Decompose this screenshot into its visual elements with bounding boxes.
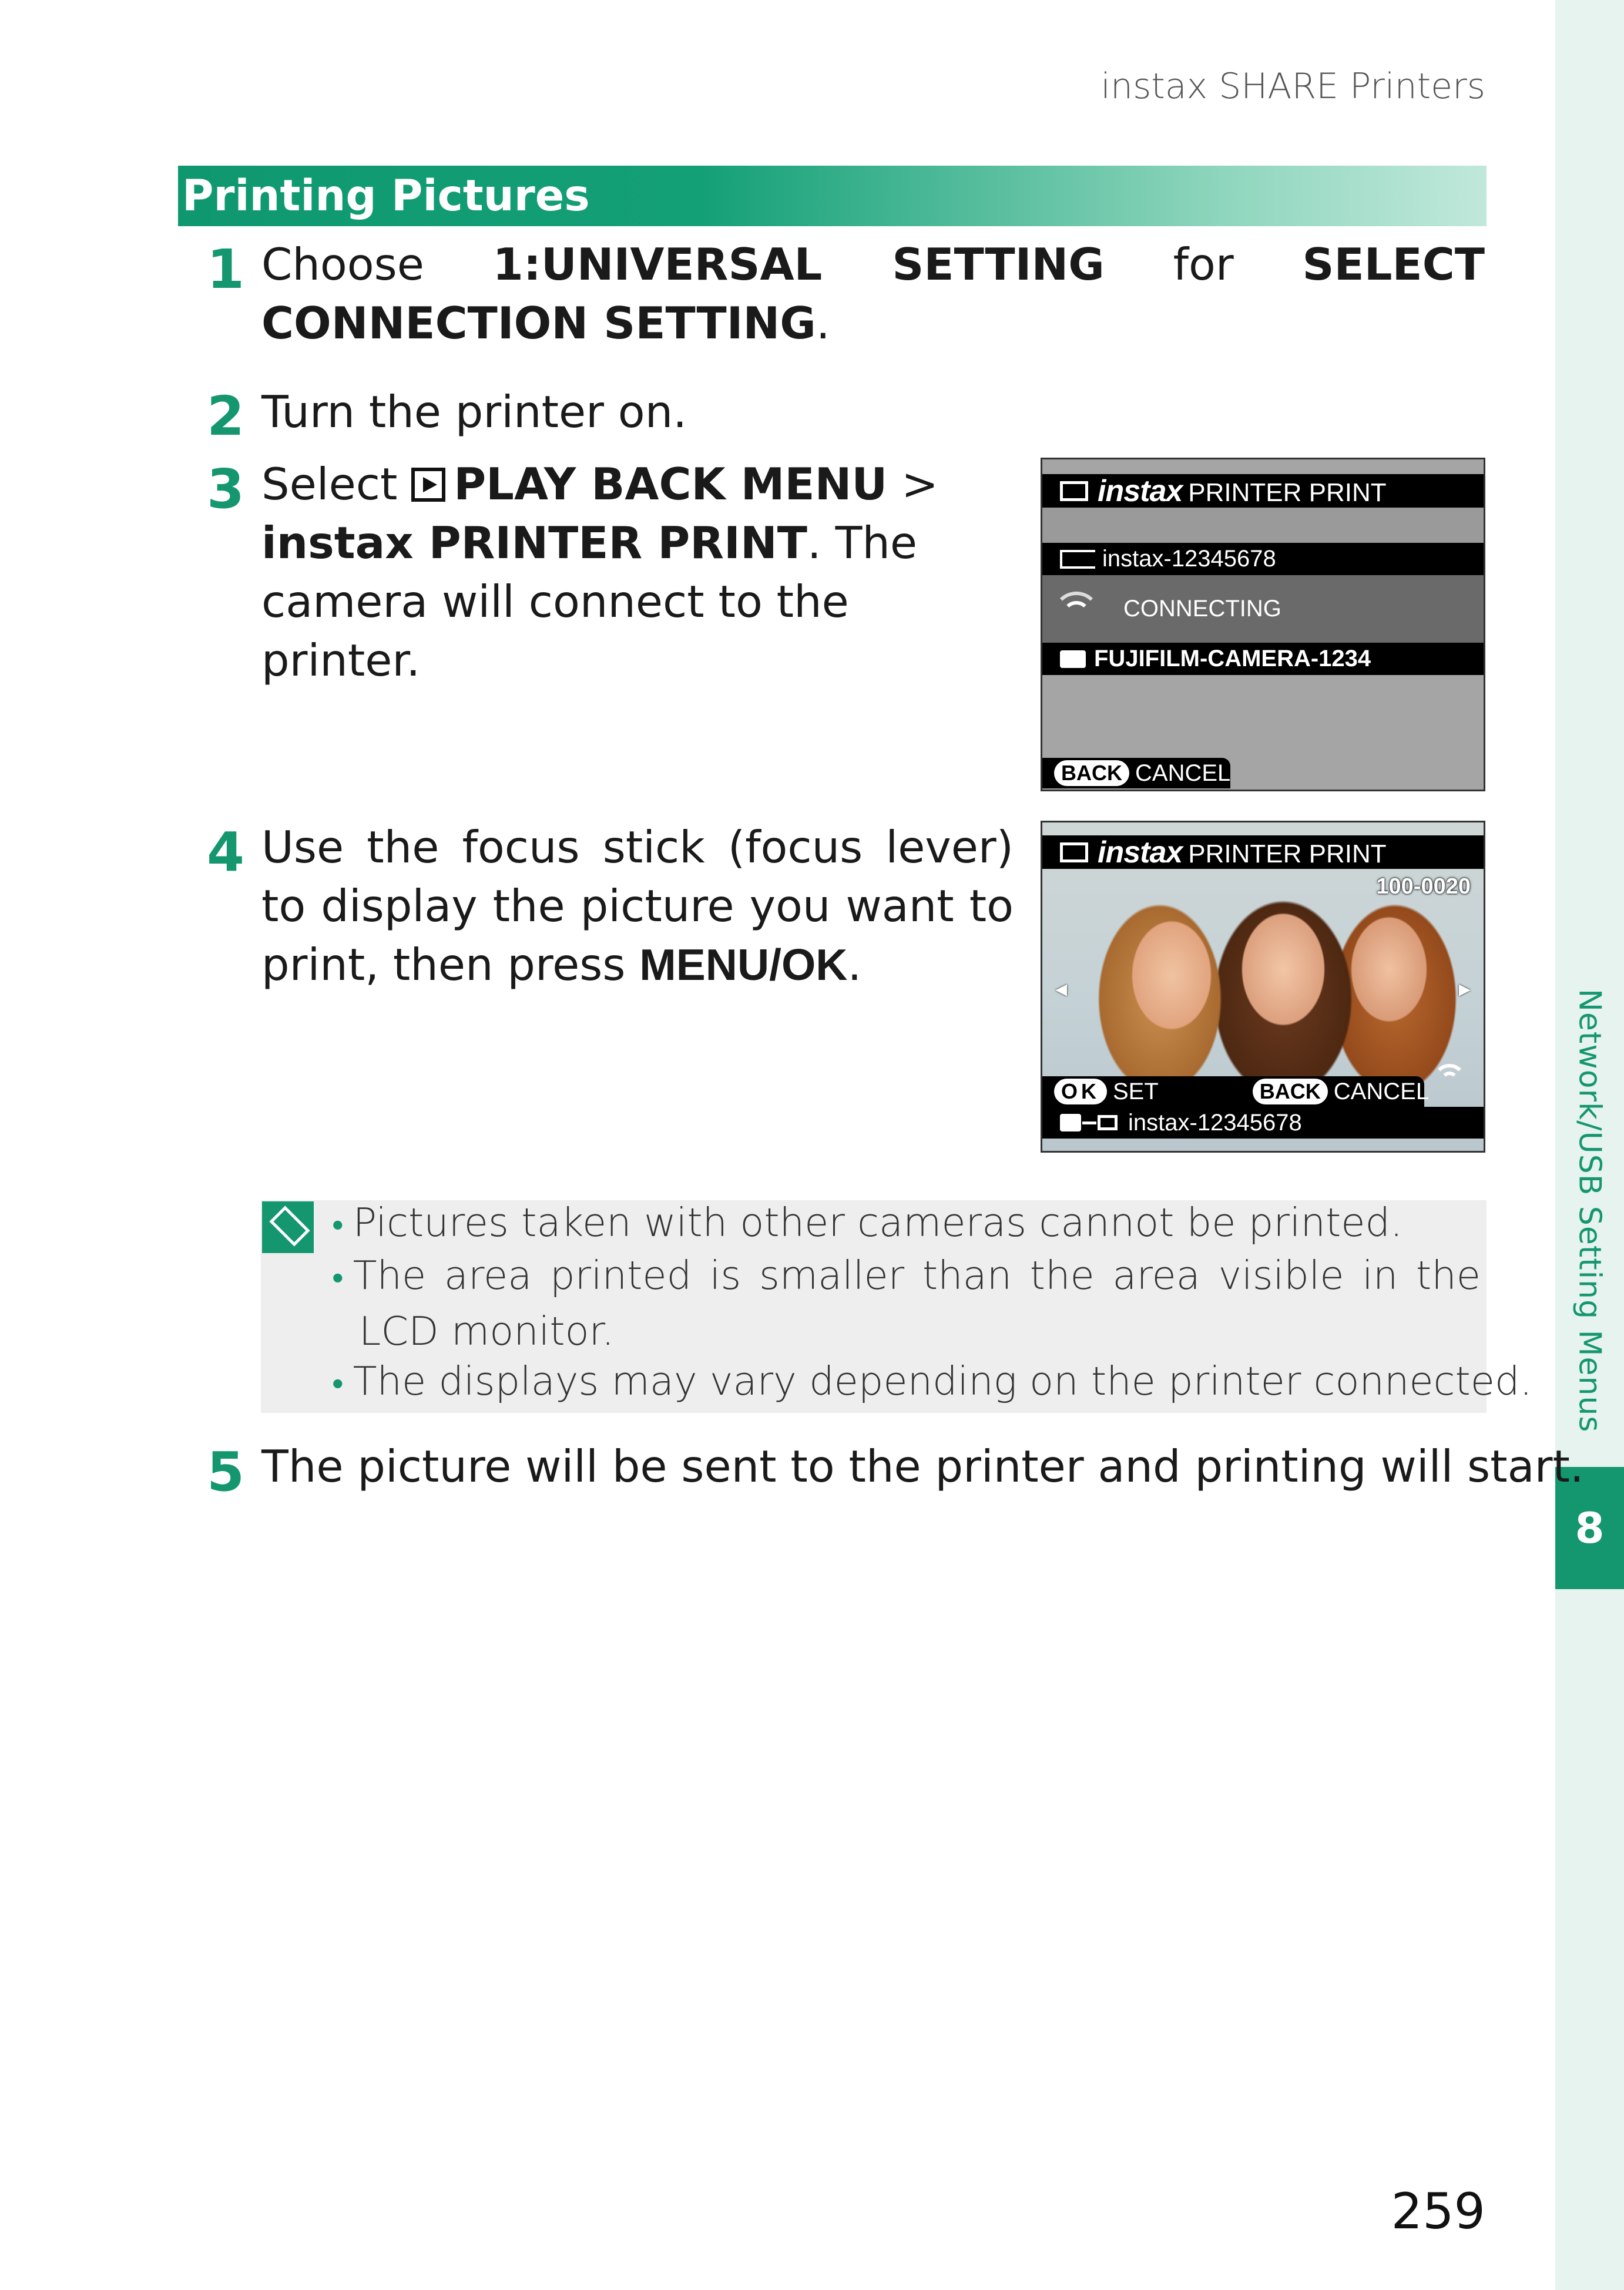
- page-number: 259: [1391, 2182, 1485, 2240]
- step-number: 5: [207, 1441, 245, 1503]
- frame-number: 100-0020: [1376, 874, 1471, 899]
- printer-name: instax-12345678: [1102, 546, 1276, 572]
- lcd-title-bar: instax PRINTER PRINT: [1042, 835, 1484, 869]
- step-4-text: Use the focus stick (focus lever) to dis…: [261, 821, 1014, 990]
- printer-icon: [1060, 481, 1088, 501]
- camera-name: FUJIFILM-CAMERA-1234: [1094, 646, 1371, 671]
- step-3-text: Select PLAY BACK MENU > instax PRINTER P…: [261, 458, 938, 686]
- camera-to-printer-icon: [1060, 1114, 1119, 1131]
- ok-button-pill: OK: [1054, 1079, 1107, 1104]
- lcd-title-bar: instax PRINTER PRINT: [1042, 474, 1484, 508]
- playback-menu-icon: [411, 468, 446, 502]
- lcd-title: PRINTER PRINT: [1188, 478, 1387, 507]
- lcd-title: PRINTER PRINT: [1188, 839, 1387, 868]
- note-item: • The area printed is smaller than the ar…: [332, 1253, 1481, 1354]
- action-bar: OK SET BACK CANCEL: [1042, 1076, 1429, 1107]
- printer-icon: [1060, 842, 1088, 862]
- instax-brand: instax: [1098, 474, 1183, 508]
- lcd-connecting-screen: instax PRINTER PRINT instax-12345678 CONN…: [1041, 458, 1485, 791]
- lcd-print-preview-screen: instax PRINTER PRINT 100-0020 ◂ ▸ OK SET …: [1041, 821, 1485, 1153]
- side-tab-label: Network/USB Setting Menus: [1572, 989, 1608, 1433]
- next-arrow-icon: ▸: [1458, 976, 1471, 1002]
- previous-arrow-icon: ◂: [1055, 976, 1068, 1002]
- camera-row: FUJIFILM-CAMERA-1234: [1042, 643, 1484, 675]
- printer-wifi-icon: [1060, 549, 1095, 569]
- cancel-label: CANCEL: [1135, 760, 1231, 786]
- wifi-icon: [1053, 586, 1100, 633]
- connection-status: CONNECTING: [1123, 596, 1281, 622]
- note-icon: [262, 1201, 314, 1253]
- back-button-pill: BACK: [1054, 760, 1129, 786]
- step-number: 4: [207, 821, 245, 884]
- camera-icon: [1060, 650, 1086, 668]
- step-2-text: Turn the printer on.: [261, 386, 687, 438]
- set-label: SET: [1113, 1078, 1159, 1104]
- cancel-bar: BACK CANCEL: [1042, 758, 1230, 788]
- wifi-signal-icon: [1433, 1060, 1466, 1093]
- printer-name: instax-12345678: [1128, 1109, 1302, 1136]
- step-number: 2: [207, 385, 245, 448]
- step-number: 1: [207, 238, 245, 301]
- running-head: instax SHARE Printers: [1100, 66, 1485, 107]
- connection-row: instax-12345678: [1042, 1107, 1484, 1139]
- note-item: • The displays may vary depending on the …: [332, 1358, 1532, 1404]
- cancel-label: CANCEL: [1333, 1078, 1430, 1104]
- back-button-pill: BACK: [1252, 1079, 1328, 1104]
- section-title: Printing Pictures: [182, 171, 590, 221]
- instax-brand: instax: [1098, 835, 1183, 869]
- step-5-text: The picture will be sent to the printer …: [261, 1441, 1584, 1492]
- status-row: CONNECTING: [1042, 575, 1484, 643]
- step-1-text: Choose 1:UNIVERSAL SETTING for SELECT CO…: [261, 239, 1485, 349]
- note-item: • Pictures taken with other cameras canno…: [332, 1200, 1403, 1245]
- step-number: 3: [207, 458, 245, 521]
- printer-row: instax-12345678: [1042, 543, 1484, 575]
